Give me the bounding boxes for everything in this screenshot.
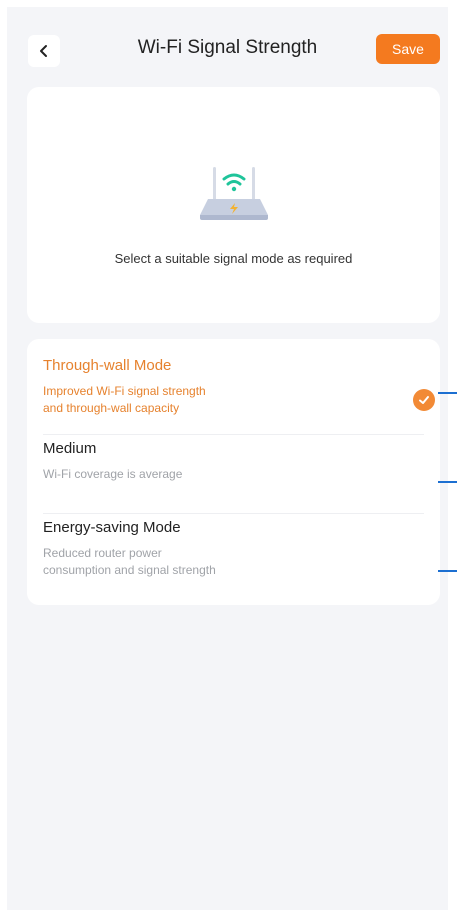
option-title: Through-wall Mode bbox=[43, 357, 172, 374]
header: Wi-Fi Signal Strength Save bbox=[7, 7, 448, 87]
divider bbox=[43, 434, 424, 435]
annotation-pointer bbox=[438, 392, 457, 394]
signal-mode-list: Through-wall Mode Improved Wi-Fi signal … bbox=[27, 339, 440, 605]
option-desc-line: Reduced router power bbox=[43, 546, 162, 560]
option-through-wall[interactable]: Through-wall Mode Improved Wi-Fi signal … bbox=[43, 353, 435, 433]
hero-card: Select a suitable signal mode as require… bbox=[27, 87, 440, 323]
option-description: Wi-Fi coverage is average bbox=[43, 466, 273, 483]
save-button[interactable]: Save bbox=[376, 34, 440, 64]
checkmark-icon bbox=[413, 389, 435, 411]
option-desc-line: and through-wall capacity bbox=[43, 401, 180, 415]
option-energy-saving[interactable]: Energy-saving Mode Reduced router power … bbox=[43, 515, 424, 601]
router-wifi-icon bbox=[200, 167, 268, 220]
option-desc-line: consumption and signal strength bbox=[43, 563, 216, 577]
option-description: Reduced router power consumption and sig… bbox=[43, 545, 273, 579]
option-medium[interactable]: Medium Wi-Fi coverage is average bbox=[43, 436, 424, 511]
annotation-pointer bbox=[438, 481, 457, 483]
option-desc-line: Improved Wi-Fi signal strength bbox=[43, 384, 206, 398]
option-desc-line: Wi-Fi coverage is average bbox=[43, 467, 183, 481]
option-title: Medium bbox=[43, 440, 97, 457]
annotation-pointer bbox=[438, 570, 457, 572]
divider bbox=[43, 513, 424, 514]
hero-description: Select a suitable signal mode as require… bbox=[114, 251, 353, 266]
option-description: Improved Wi-Fi signal strength and throu… bbox=[43, 383, 273, 417]
screen: Wi-Fi Signal Strength Save Select a suit… bbox=[7, 7, 448, 910]
option-title: Energy-saving Mode bbox=[43, 519, 181, 536]
